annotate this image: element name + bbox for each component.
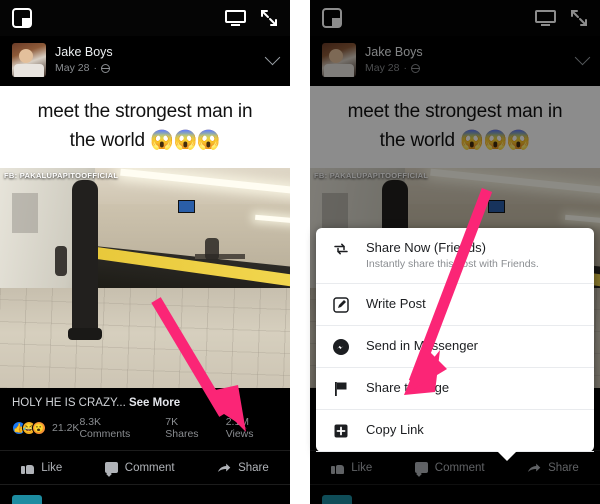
globe-icon: [100, 63, 111, 73]
tv-cast-icon[interactable]: [225, 10, 246, 26]
comment-button[interactable]: Comment: [414, 461, 485, 474]
share-menu-sublabel: Instantly share this post with Friends.: [366, 258, 539, 270]
pencil-square-icon: [330, 295, 352, 314]
comment-bubble-icon: [104, 462, 118, 473]
post-caption-card-right: meet the strongest man in the world 😱😱😱: [310, 86, 600, 168]
phone-panel-left: Jake Boys May 28 · meet the strongest ma…: [0, 0, 290, 504]
share-button[interactable]: Share: [527, 462, 579, 474]
expand-fullscreen-icon[interactable]: [570, 9, 588, 27]
share-button-label: Share: [238, 461, 269, 474]
messenger-icon: [330, 337, 352, 356]
repost-arrows-icon: [330, 239, 352, 258]
caption-line-1: meet the strongest man in: [347, 101, 563, 122]
share-menu-label: Share Now (Friends): [366, 240, 486, 255]
post-date: May 28: [365, 62, 400, 74]
wow-reaction-icon: 😮: [32, 421, 46, 435]
reaction-count: 21.2K: [52, 422, 80, 434]
sponsored-post-row[interactable]: Omaze Omaze: [0, 484, 290, 504]
video-chrome-bar-right: [310, 0, 600, 36]
share-count[interactable]: 7K Shares: [165, 416, 212, 440]
post-description: HOLY HE IS CRAZY... See More: [0, 388, 290, 413]
facebook-watch-icon[interactable]: [12, 8, 32, 28]
avatar[interactable]: [322, 43, 356, 77]
share-menu-item-send-in-messenger[interactable]: Send in Messenger: [316, 326, 594, 368]
like-button[interactable]: Like: [21, 461, 62, 474]
omaze-logo: Omaze: [12, 495, 42, 504]
facebook-watch-icon[interactable]: [322, 8, 342, 28]
caption-line-1: meet the strongest man in: [37, 101, 253, 122]
caption-line-2: the world: [379, 130, 455, 151]
share-arrow-icon: [527, 463, 541, 472]
sponsored-menu-chevron-down-icon[interactable]: [264, 499, 281, 504]
share-menu-item-copy-link[interactable]: Copy Link: [316, 410, 594, 452]
avatar[interactable]: [12, 43, 46, 77]
caption-emojis: 😱😱😱: [150, 130, 221, 151]
video-watermark: FB: PAKALUPAPITOOFFICIAL: [4, 171, 119, 180]
video-chrome-bar: [0, 0, 290, 36]
like-button-label: Like: [351, 461, 373, 474]
comment-button-label: Comment: [124, 461, 175, 474]
sponsored-post-row-right[interactable]: Omaze Omaze: [310, 484, 600, 504]
share-menu-item-share-to-page[interactable]: Share to Page: [316, 368, 594, 410]
share-button[interactable]: Share: [217, 462, 269, 474]
share-menu-label: Send in Messenger: [366, 338, 479, 353]
post-meta: May 28 ·: [55, 61, 258, 75]
post-action-bar-right: Like Comment Share: [310, 450, 600, 484]
panel-gutter: [290, 0, 310, 504]
expand-fullscreen-icon[interactable]: [260, 9, 278, 27]
dot-separator: ·: [93, 62, 97, 74]
copy-link-icon: [330, 421, 352, 440]
thumbs-up-icon: [21, 461, 35, 474]
popup-pointer-tail: [497, 451, 517, 461]
post-menu-chevron-down-icon[interactable]: [574, 49, 591, 66]
share-menu-popup: Share Now (Friends) Instantly share this…: [316, 228, 594, 461]
flag-icon: [330, 379, 352, 398]
comment-button-label: Comment: [434, 461, 485, 474]
post-caption-card: meet the strongest man in the world 😱😱😱: [0, 86, 290, 168]
screenshot-stage: Jake Boys May 28 · meet the strongest ma…: [0, 0, 600, 504]
view-count: 2.1M Views: [225, 416, 254, 440]
see-more-link[interactable]: See More: [129, 397, 180, 409]
post-action-bar: Like Comment Share: [0, 450, 290, 484]
globe-icon: [410, 63, 421, 73]
author-name: Jake Boys: [55, 45, 113, 59]
caption-line-2: the world: [69, 130, 145, 151]
comment-button[interactable]: Comment: [104, 461, 175, 474]
post-date: May 28: [55, 62, 90, 74]
share-menu-label: Write Post: [366, 296, 426, 311]
thumbs-up-icon: [331, 461, 345, 474]
reaction-icons[interactable]: 👍 😂 😮: [12, 421, 46, 435]
tv-cast-icon[interactable]: [535, 10, 556, 26]
description-text: HOLY HE IS CRAZY...: [12, 397, 126, 409]
comment-bubble-icon: [414, 462, 428, 473]
video-watermark: FB: PAKALUPAPITOOFFICIAL: [314, 171, 429, 180]
share-arrow-icon: [217, 463, 231, 472]
author-name: Jake Boys: [365, 45, 423, 59]
post-stats-row: 👍 😂 😮 21.2K 8.3K Comments 7K Shares 2.1M…: [0, 413, 290, 450]
sponsored-menu-chevron-down-icon[interactable]: [574, 499, 591, 504]
share-menu-label: Copy Link: [366, 422, 424, 437]
share-menu-label: Share to Page: [366, 380, 450, 395]
post-author-row-right[interactable]: Jake Boys May 28 ·: [310, 36, 600, 86]
dot-separator: ·: [403, 62, 407, 74]
omaze-logo: Omaze: [322, 495, 352, 504]
post-menu-chevron-down-icon[interactable]: [264, 49, 281, 66]
like-button[interactable]: Like: [331, 461, 372, 474]
share-menu-item-write-post[interactable]: Write Post: [316, 284, 594, 326]
comment-count[interactable]: 8.3K Comments: [79, 416, 152, 440]
caption-emojis: 😱😱😱: [460, 130, 531, 151]
share-button-label: Share: [548, 461, 579, 474]
post-author-row[interactable]: Jake Boys May 28 ·: [0, 36, 290, 86]
like-button-label: Like: [41, 461, 63, 474]
post-meta: May 28 ·: [365, 61, 568, 75]
video-player[interactable]: FB: PAKALUPAPITOOFFICIAL: [0, 168, 290, 388]
share-menu-item-share-now[interactable]: Share Now (Friends) Instantly share this…: [316, 228, 594, 284]
